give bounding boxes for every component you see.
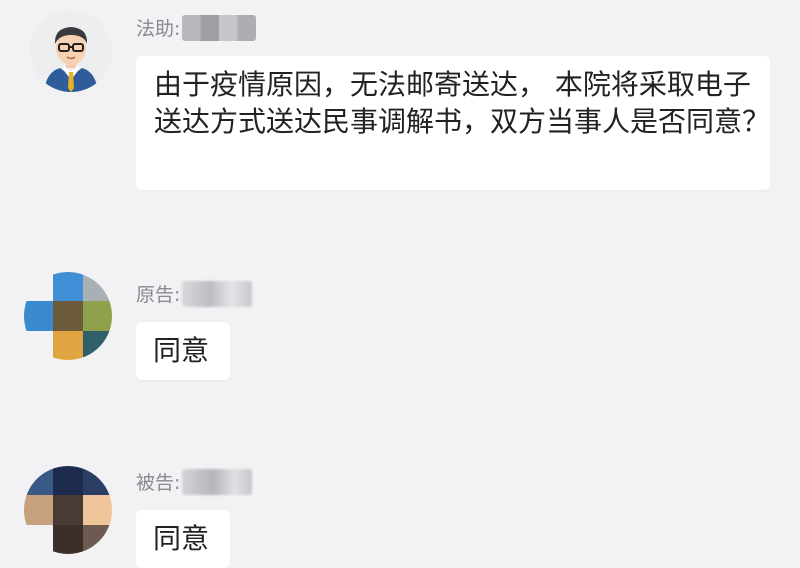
avatar-pixel — [24, 495, 54, 525]
redacted-name — [182, 14, 257, 41]
avatar-pixel — [24, 301, 54, 331]
message-bubble[interactable]: 由于疫情原因，无法邮寄送达， 本院将采取电子送达方式送达民事调解书，双方当事人是… — [136, 56, 770, 190]
assistant-avatar-icon[interactable] — [30, 10, 112, 92]
avatar-pixel — [82, 495, 112, 525]
sender-label: 法助: — [136, 18, 181, 40]
sender-name: 法助: — [136, 14, 257, 41]
sender-name: 被告: — [136, 468, 253, 495]
redacted-name — [182, 280, 253, 307]
sender-label: 原告: — [136, 284, 181, 306]
avatar-pixel — [53, 466, 83, 496]
sender-name: 原告: — [136, 280, 253, 307]
avatar-pixel — [24, 330, 54, 360]
avatar-pixel — [24, 272, 54, 302]
avatar-pixel — [24, 466, 54, 496]
avatar-pixel — [53, 301, 83, 331]
chat-thread: 法助: 由于疫情原因，无法邮寄送达， 本院将采取电子送达方式送达民事调解书，双方… — [0, 0, 800, 568]
avatar-pixel — [24, 524, 54, 554]
avatar-pixel — [53, 495, 83, 525]
avatar-pixel — [82, 524, 112, 554]
sender-label: 被告: — [136, 472, 181, 494]
message-bubble[interactable]: 同意 — [136, 510, 230, 568]
pixelated-avatar[interactable] — [24, 466, 112, 554]
avatar-pixel — [82, 330, 112, 360]
avatar-pixel — [82, 301, 112, 331]
avatar-pixel — [53, 272, 83, 302]
avatar-pixel — [53, 330, 83, 360]
redacted-name — [182, 468, 253, 495]
message-text: 同意 — [153, 334, 210, 367]
avatar-pixel — [82, 272, 112, 302]
avatar-pixel — [82, 466, 112, 496]
pixelated-avatar[interactable] — [24, 272, 112, 360]
message-text: 同意 — [153, 522, 210, 555]
message-bubble[interactable]: 同意 — [136, 322, 230, 380]
avatar-pixel — [53, 524, 83, 554]
message-text: 由于疫情原因，无法邮寄送达， 本院将采取电子送达方式送达民事调解书，双方当事人是… — [154, 68, 771, 138]
